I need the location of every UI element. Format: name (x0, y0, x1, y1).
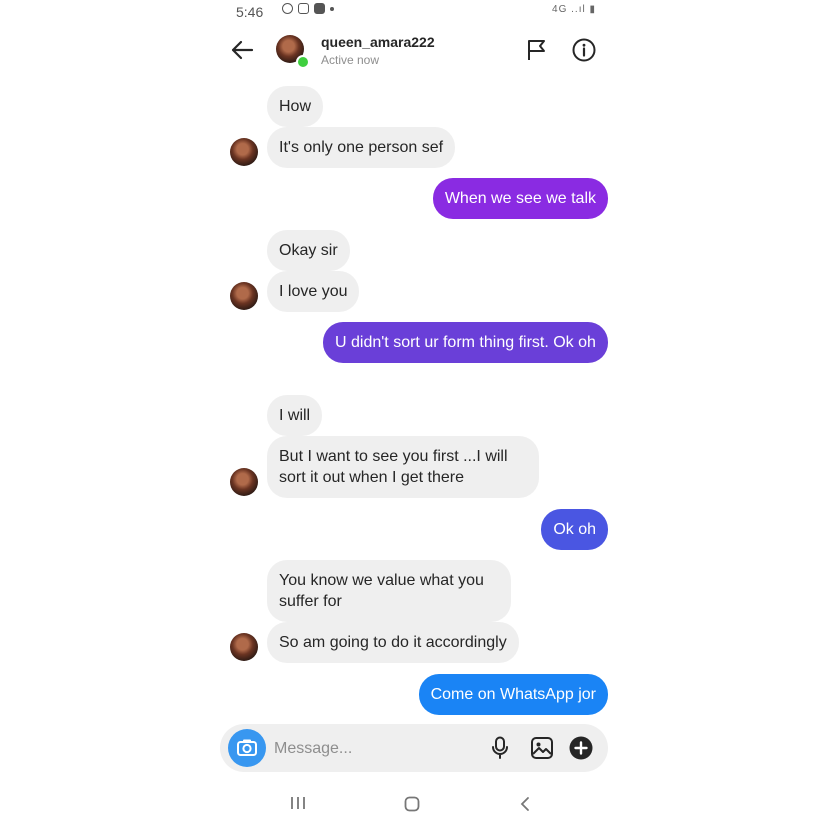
message-bubble-incoming[interactable]: I love you (267, 271, 360, 312)
sender-avatar[interactable] (230, 633, 258, 661)
sender-avatar[interactable] (230, 138, 258, 166)
more-notifications-icon (330, 6, 334, 11)
dm-screen: 5:46 4G ..ıl ▮ queen_amara222 Active now… (216, 0, 616, 816)
signal-battery-indicators: 4G ..ıl ▮ (552, 4, 596, 15)
home-icon[interactable] (404, 796, 420, 812)
arrow-left-icon[interactable] (226, 34, 258, 66)
notification-icons (282, 3, 334, 14)
camera-icon (237, 739, 257, 756)
info-icon[interactable] (572, 38, 596, 62)
message-bubble-incoming[interactable]: But I want to see you first ...I will so… (267, 436, 539, 498)
status-bar: 5:46 4G ..ıl ▮ (216, 0, 616, 22)
flag-icon[interactable] (526, 38, 548, 62)
message-bubble-outgoing[interactable]: Ok oh (541, 509, 608, 550)
recent-apps-icon[interactable] (290, 796, 306, 810)
message-bubble-incoming[interactable]: So am going to do it accordingly (267, 622, 519, 663)
plus-icon[interactable] (569, 736, 593, 760)
message-bubble-incoming[interactable]: How (267, 86, 324, 127)
username[interactable]: queen_amara222 (321, 34, 435, 50)
message-bubble-incoming[interactable]: I will (267, 395, 323, 436)
online-indicator (296, 55, 310, 69)
message-bubble-incoming[interactable]: It's only one person sef (267, 127, 456, 168)
message-bubble-outgoing[interactable]: When we see we talk (432, 178, 608, 219)
message-composer (220, 724, 608, 772)
system-navigation-bar (216, 784, 616, 816)
camera-button[interactable] (228, 729, 266, 767)
message-input[interactable] (272, 732, 476, 766)
message-bubble-outgoing[interactable]: U didn't sort ur form thing first. Ok oh (323, 322, 608, 363)
message-bubble-outgoing[interactable]: Come on WhatsApp jor (418, 674, 608, 715)
mic-icon[interactable] (490, 736, 510, 760)
sender-avatar[interactable] (230, 282, 258, 310)
message-bubble-incoming[interactable]: Okay sir (267, 230, 350, 271)
instagram-notification-icon (282, 3, 293, 14)
nav-back-icon[interactable] (518, 796, 532, 812)
sender-avatar[interactable] (230, 468, 258, 496)
active-status: Active now (321, 53, 380, 67)
gallery-icon[interactable] (530, 736, 554, 760)
status-time: 5:46 (236, 4, 264, 20)
message-bubble-incoming[interactable]: You know we value what you suffer for (267, 560, 511, 622)
image-notification-icon (298, 3, 309, 14)
chat-header: queen_amara222 Active now (216, 28, 616, 76)
youtube-notification-icon (314, 3, 325, 14)
